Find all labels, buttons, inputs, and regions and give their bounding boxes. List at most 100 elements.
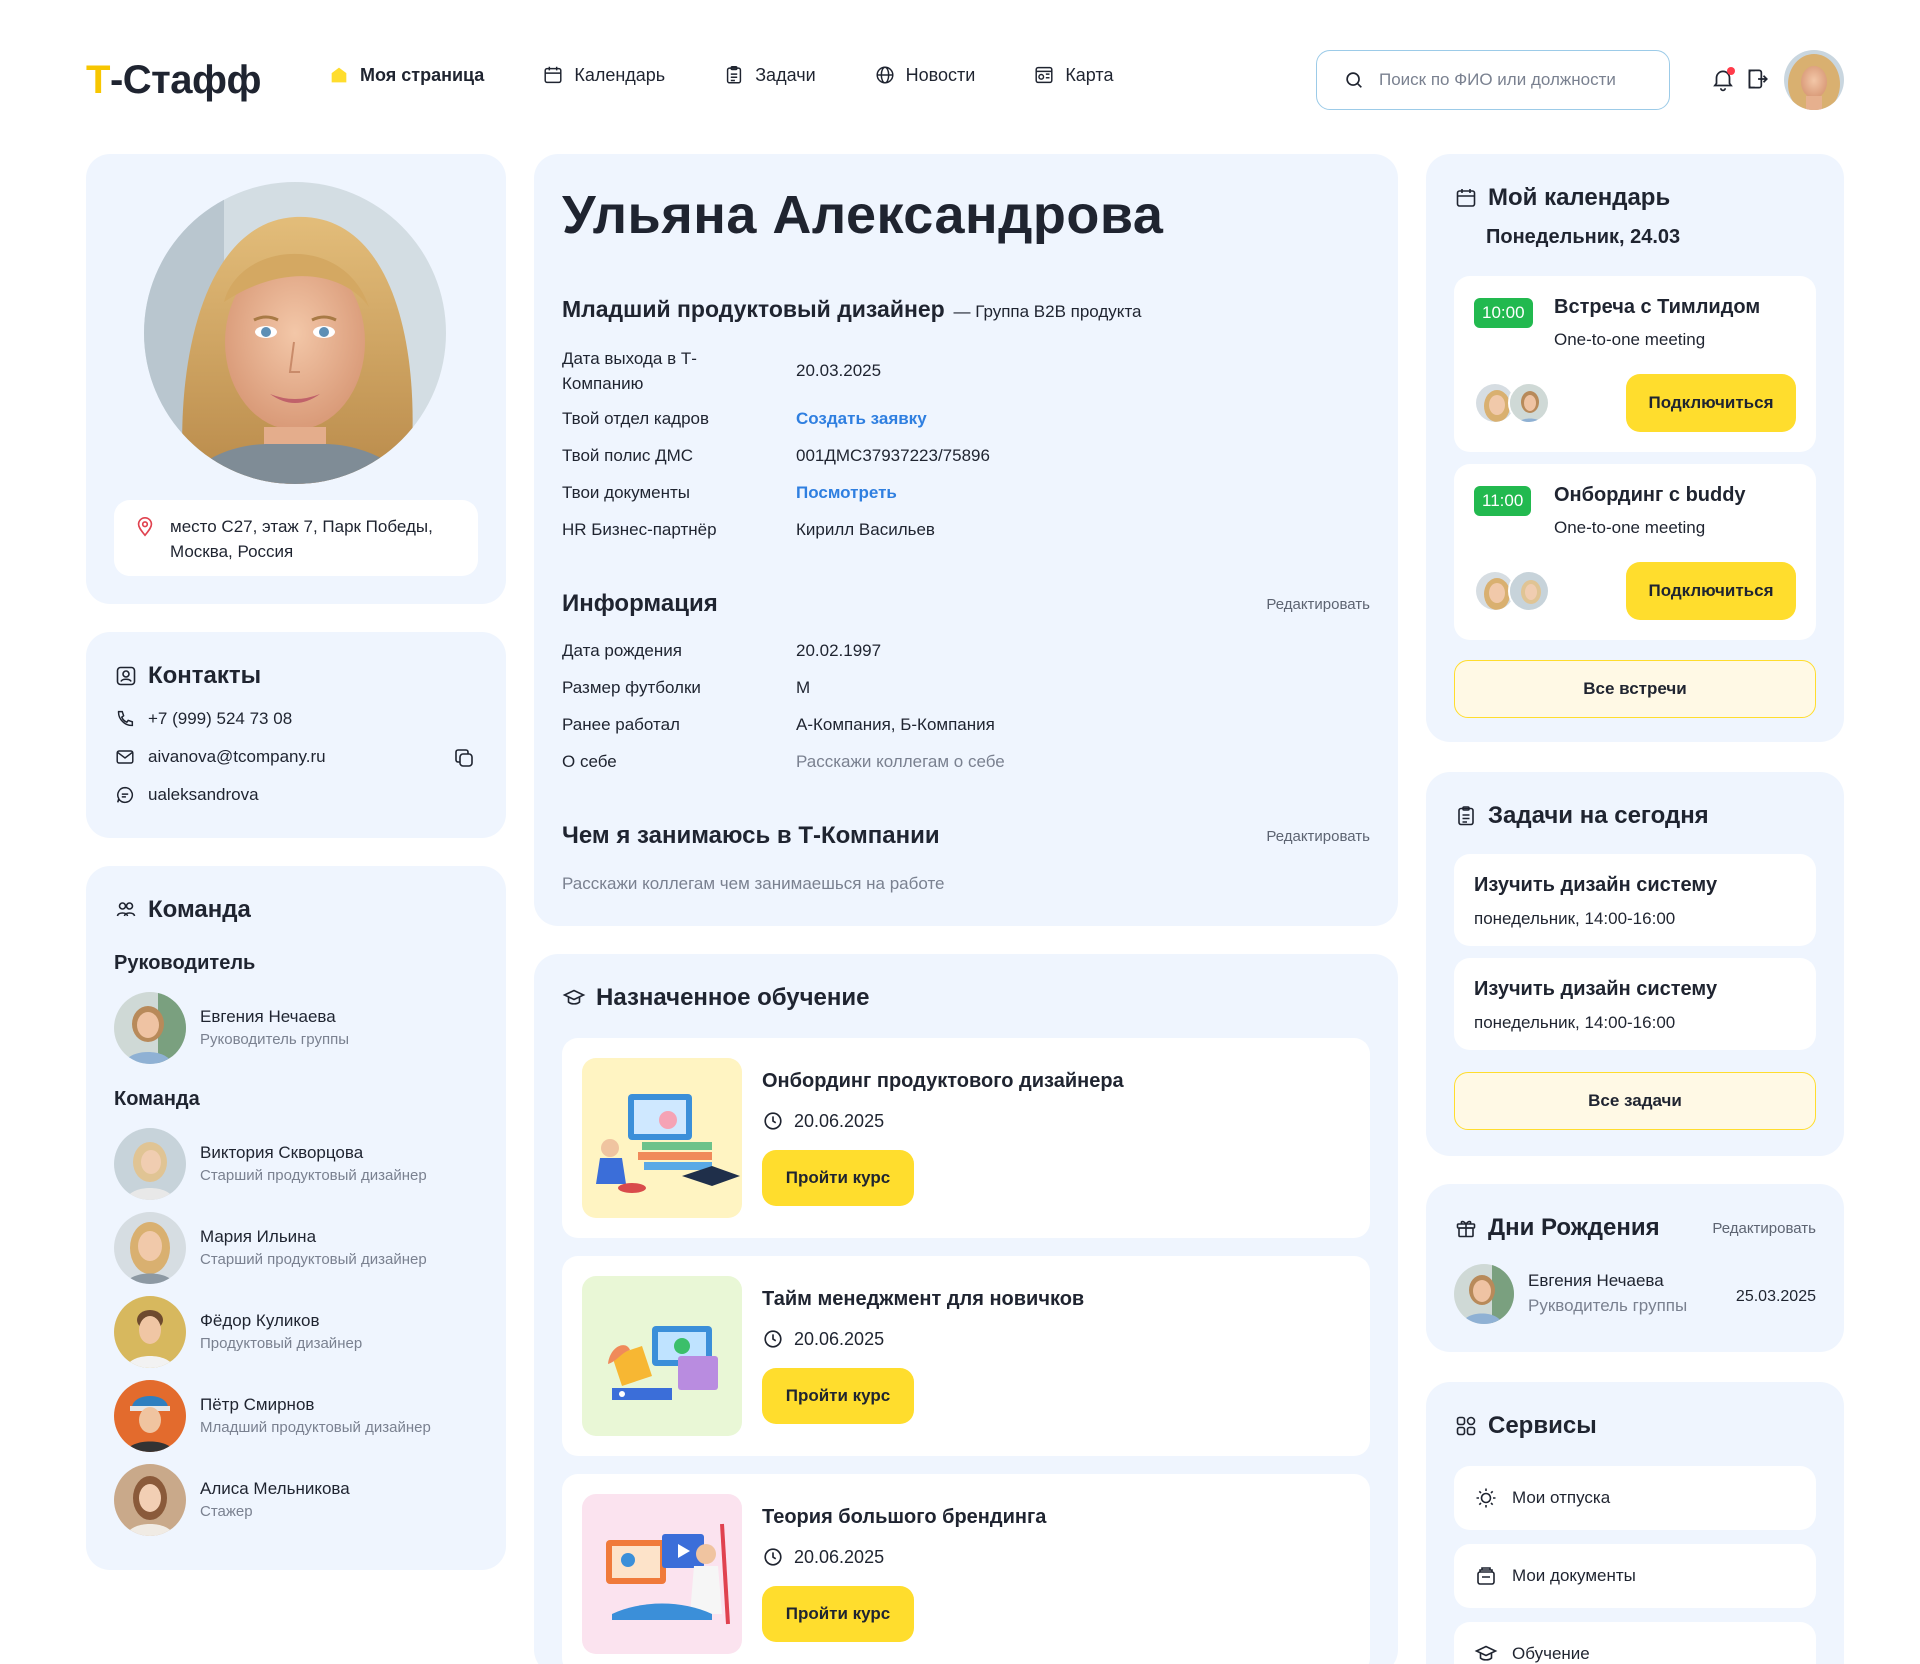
- logout-button[interactable]: [1744, 66, 1770, 92]
- person-name: Пётр Смирнов: [200, 1395, 315, 1414]
- birthday-date: 25.03.2025: [1735, 1288, 1816, 1305]
- person-role: Руководитель группы: [200, 1031, 349, 1048]
- contacts-title: Контакты: [114, 662, 261, 690]
- contact-chat[interactable]: ualeksandrova: [114, 784, 259, 806]
- grid-icon: [1456, 1416, 1476, 1436]
- calendar-card: Мой календарь Понедельник, 24.03 10:00 В…: [1426, 154, 1844, 742]
- nav-item-news[interactable]: Новости: [874, 64, 975, 86]
- person-name: Мария Ильина: [200, 1227, 317, 1246]
- mail-icon: [116, 750, 134, 764]
- meeting-title[interactable]: Онбординг с buddy: [1554, 484, 1746, 507]
- service-documents[interactable]: Мои документы: [1454, 1544, 1816, 1608]
- graduation-cap-icon: [1474, 1645, 1498, 1661]
- detail-row: Твой отдел кадров Создать заявку: [562, 406, 1362, 431]
- service-vacations[interactable]: Мои отпуска: [1454, 1466, 1816, 1530]
- avatar: [114, 1380, 186, 1452]
- info-heading: Информация: [562, 590, 718, 617]
- person-role: Стажер: [200, 1503, 253, 1520]
- avatar: [1508, 382, 1550, 424]
- person-role: Старший продуктовый дизайнер: [200, 1251, 427, 1268]
- nav-item-my-page[interactable]: Моя страница: [328, 64, 484, 86]
- search-input[interactable]: [1379, 70, 1649, 90]
- team-member[interactable]: Алиса Мельникова Стажер: [114, 1464, 350, 1536]
- course-title[interactable]: Тайм менеджмент для новичков: [762, 1288, 1084, 1311]
- course-title[interactable]: Теория большого брендинга: [762, 1506, 1046, 1529]
- nav-item-calendar[interactable]: Календарь: [542, 64, 665, 86]
- start-course-button[interactable]: Пройти курс: [762, 1368, 914, 1424]
- person-role: Продуктовый дизайнер: [200, 1335, 363, 1352]
- map-pin-icon: [137, 517, 153, 537]
- tasks-card: Задачи на сегодня Изучить дизайн систему…: [1426, 772, 1844, 1156]
- nav-item-tasks[interactable]: Задачи: [723, 64, 816, 86]
- main-nav: Моя страница Календарь Задачи Новости Ка…: [328, 64, 1113, 86]
- user-avatar[interactable]: [1784, 50, 1844, 110]
- start-course-button[interactable]: Пройти курс: [762, 1150, 914, 1206]
- person-name: Евгения Нечаева: [200, 1007, 336, 1026]
- course-title[interactable]: Онбординг продуктового дизайнера: [762, 1070, 1124, 1093]
- copy-email-button[interactable]: [452, 746, 476, 775]
- map-icon: [1035, 66, 1053, 84]
- view-documents-link[interactable]: Посмотреть: [796, 480, 897, 505]
- person-role: Младший продуктовый дизайнер: [200, 1419, 431, 1436]
- contacts-card: Контакты +7 (999) 524 73 08 aivanova@tco…: [86, 632, 506, 838]
- course-deadline: 20.06.2025: [762, 1546, 884, 1568]
- work-description-field[interactable]: Расскажи коллегам чем занимаешься на раб…: [562, 874, 945, 894]
- clipboard-icon: [1458, 806, 1474, 826]
- about-me-field[interactable]: Расскажи коллегам о себе: [796, 749, 1005, 774]
- course-illustration: [582, 1276, 742, 1436]
- join-meeting-button[interactable]: Подключиться: [1626, 374, 1796, 432]
- join-meeting-button[interactable]: Подключиться: [1626, 562, 1796, 620]
- team-member[interactable]: Мария Ильина Старший продуктовый дизайне…: [114, 1212, 427, 1284]
- avatar: [1508, 570, 1550, 612]
- team-member[interactable]: Фёдор Куликов Продуктовый дизайнер: [114, 1296, 362, 1368]
- team-lead-heading: Руководитель: [114, 952, 256, 974]
- task-time: понедельник, 14:00-16:00: [1474, 909, 1676, 928]
- service-learning[interactable]: Обучение: [1454, 1622, 1816, 1664]
- task-item[interactable]: Изучить дизайн систему понедельник, 14:0…: [1454, 958, 1816, 1050]
- location-box: место С27, этаж 7, Парк Победы, Москва, …: [114, 500, 478, 576]
- person-name: Фёдор Куликов: [200, 1311, 320, 1330]
- team-icon: [116, 902, 136, 917]
- course-illustration: [582, 1058, 742, 1218]
- search-icon: [1346, 72, 1362, 88]
- course-illustration: [582, 1494, 742, 1654]
- nav-item-map[interactable]: Карта: [1033, 64, 1113, 86]
- meeting-card: 10:00 Встреча с Тимлидом One-to-one meet…: [1454, 276, 1816, 452]
- team-member[interactable]: Пётр Смирнов Младший продуктовый дизайне…: [114, 1380, 431, 1452]
- profile-details-card: Ульяна Александрова Младший продуктовый …: [534, 154, 1398, 926]
- start-course-button[interactable]: Пройти курс: [762, 1586, 914, 1642]
- edit-work-link[interactable]: Редактировать: [1266, 828, 1370, 845]
- team-title: Команда: [114, 896, 251, 924]
- all-tasks-button[interactable]: Все задачи: [1454, 1072, 1816, 1130]
- all-meetings-button[interactable]: Все встречи: [1454, 660, 1816, 718]
- notifications-button[interactable]: [1710, 66, 1736, 92]
- documents-icon: [1477, 1567, 1495, 1585]
- logo[interactable]: Т-Стафф: [86, 58, 261, 103]
- task-item[interactable]: Изучить дизайн систему понедельник, 14:0…: [1454, 854, 1816, 946]
- meeting-card: 11:00 Онбординг с buddy One-to-one meeti…: [1454, 464, 1816, 640]
- search-box: [1316, 50, 1670, 110]
- contact-card-icon: [116, 666, 136, 686]
- edit-info-link[interactable]: Редактировать: [1266, 596, 1370, 613]
- home-icon: [331, 67, 347, 83]
- clock-icon: [764, 1330, 782, 1348]
- employee-name: Ульяна Александрова: [562, 185, 1164, 245]
- info-row: Размер футболки M: [562, 678, 811, 697]
- edit-birthdays-link[interactable]: Редактировать: [1712, 1220, 1816, 1237]
- course-card: Тайм менеджмент для новичков 20.06.2025 …: [562, 1256, 1370, 1456]
- meeting-type: One-to-one meeting: [1554, 330, 1706, 349]
- meeting-title[interactable]: Встреча с Тимлидом: [1554, 296, 1760, 319]
- services-title: Сервисы: [1454, 1412, 1597, 1440]
- team-lead[interactable]: Евгения Нечаева Руководитель группы: [114, 992, 349, 1064]
- location-text: место С27, этаж 7, Парк Победы, Москва, …: [170, 517, 433, 561]
- contact-phone[interactable]: +7 (999) 524 73 08: [114, 708, 292, 730]
- avatar: [114, 1464, 186, 1536]
- contact-email[interactable]: aivanova@tcompany.ru: [114, 746, 326, 768]
- sun-icon: [1476, 1488, 1496, 1508]
- globe-icon: [876, 66, 894, 84]
- team-member[interactable]: Виктория Скворцова Старший продуктовый д…: [114, 1128, 427, 1200]
- tasks-title: Задачи на сегодня: [1454, 802, 1709, 830]
- birthdays-card: Дни Рождения Редактировать Евгения Нечае…: [1426, 1184, 1844, 1352]
- logout-icon: [1748, 69, 1768, 89]
- create-request-link[interactable]: Создать заявку: [796, 406, 927, 431]
